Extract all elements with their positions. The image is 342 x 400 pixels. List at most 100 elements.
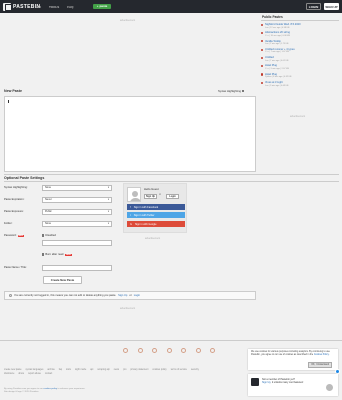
user-login-button[interactable]: Login: [166, 193, 179, 199]
folder-select[interactable]: None ▾: [42, 221, 112, 227]
main-nav: API TOOLS FAQ: [36, 5, 73, 9]
footer-link[interactable]: scraping api: [97, 369, 109, 371]
syntax-toggle-label: Syntax Highlighting: [218, 90, 242, 93]
paste-textarea[interactable]: [4, 96, 256, 172]
exposure-label: Paste Exposure:: [4, 210, 24, 214]
notice-signup-link[interactable]: Sign Up: [118, 294, 127, 297]
pastebin-logo[interactable]: PASTEBIN: [3, 2, 40, 11]
footer-link[interactable]: api: [90, 369, 93, 371]
password-input[interactable]: [42, 240, 112, 246]
login-button[interactable]: LOGIN: [306, 3, 321, 10]
footer-link[interactable]: cookies policy: [152, 369, 166, 371]
member-prompt: Not a member of Pastebin yet? Sign Up, i…: [248, 374, 338, 396]
footer-link[interactable]: syntax languages: [26, 369, 44, 371]
social-icon[interactable]: [152, 348, 157, 353]
new-badge: NEW: [17, 235, 24, 237]
copyright-line3: Site design & logo © 2020 Pastebin: [4, 391, 39, 394]
globe-icon: [261, 73, 264, 76]
paste-title[interactable]: Untitled reconer + 4 types: [265, 48, 295, 51]
password-label-wrap: Password: NEW: [4, 234, 42, 237]
scroll-top-icon[interactable]: [326, 384, 333, 391]
paste-title[interactable]: Nightlord Guide Wed. 8.5.2020: [265, 23, 301, 26]
syntax-toggle-checkbox[interactable]: [242, 90, 245, 93]
google-label: Sign in with Google: [134, 222, 157, 226]
exposure-select[interactable]: Public ▾: [42, 209, 112, 215]
ad-bottom: advertisement: [120, 307, 136, 310]
footer-link[interactable]: dmca: [18, 373, 24, 375]
burn-toggle[interactable]: Burn after read NEW: [42, 253, 72, 256]
paste-name-input[interactable]: [42, 265, 112, 271]
auth-buttons: LOGIN SIGN UP: [306, 3, 339, 10]
paste-title[interactable]: Untitled: [265, 56, 274, 59]
syntax-value: None: [45, 186, 51, 190]
public-paste-item[interactable]: Untitled Lua | 7 min ago | 0.01 KB: [261, 56, 339, 64]
password-checkbox[interactable]: [42, 234, 45, 237]
footer-links: create new paste syntax languages archive f…: [4, 368, 219, 376]
cookie-policy-link[interactable]: Cookies Policy: [314, 354, 329, 356]
paste-title[interactable]: Hotel Plug: [265, 64, 277, 67]
public-paste-item[interactable]: Abstractions 20 string C++ | 10 sec ago |…: [261, 31, 339, 39]
divider: [4, 174, 339, 175]
password-input-row: [4, 240, 112, 246]
cookies-policy-link[interactable]: cookies policy: [43, 388, 57, 390]
twitter-login-button[interactable]: t Sign in with Twitter: [127, 212, 185, 218]
signup-button[interactable]: SIGN UP: [324, 3, 339, 10]
footer-link[interactable]: archive: [47, 369, 54, 371]
notice-login-link[interactable]: Login: [134, 294, 140, 297]
expiration-label: Paste Expiration:: [4, 198, 25, 202]
social-icon[interactable]: [210, 348, 215, 353]
footer-link[interactable]: report abuse: [28, 373, 41, 375]
copyright-text-2: to enhance your experience.: [57, 388, 86, 390]
burn-checkbox[interactable]: [42, 253, 45, 256]
chevron-down-icon: ▾: [107, 199, 109, 202]
footer-link[interactable]: privacy statement: [130, 369, 148, 371]
globe-icon: [261, 48, 264, 51]
folder-value: None: [45, 222, 51, 226]
globe-icon: [261, 23, 264, 26]
paste-title[interactable]: Vines at 3 Light: [265, 81, 283, 84]
public-paste-item[interactable]: Nightlord Guide Wed. 8.5.2020 Lua | 12 se…: [261, 23, 339, 31]
footer-link[interactable]: create new paste: [4, 369, 22, 371]
footer-link[interactable]: pro: [123, 369, 126, 371]
public-paste-item[interactable]: Untitled reconer + 4 types C++ | 7 min ag…: [261, 48, 339, 56]
footer-link[interactable]: tools: [66, 369, 71, 371]
paste-title[interactable]: Vanilla Tooltip: [265, 40, 281, 43]
ad-right: advertisement: [290, 115, 306, 118]
public-paste-item[interactable]: Vanilla Tooltip Lua | 2 min ago | 1.75 KB: [261, 40, 339, 48]
member-signup-link[interactable]: Sign Up: [262, 381, 271, 384]
syntax-select[interactable]: None ▾: [42, 185, 112, 191]
twitter-label: Sign in with Twitter: [133, 213, 155, 217]
folder-row: Folder: None ▾: [4, 221, 112, 227]
google-login-button[interactable]: G Sign in with Google: [127, 221, 185, 227]
new-paste-button[interactable]: + paste: [93, 3, 111, 9]
footer-divider: [0, 340, 342, 341]
paste-title[interactable]: Abstractions 20 string: [265, 31, 290, 34]
social-icon[interactable]: [166, 348, 172, 353]
cookie-ok-button[interactable]: OK, I Understand: [308, 362, 332, 368]
footer-link[interactable]: faq: [59, 369, 62, 371]
footer-link[interactable]: news: [114, 369, 119, 371]
social-icon[interactable]: [137, 348, 143, 353]
syntax-toggle[interactable]: Syntax Highlighting: [218, 90, 245, 93]
password-toggle[interactable]: Disabled: [42, 234, 56, 237]
social-icon[interactable]: [195, 348, 201, 353]
footer-link[interactable]: contact: [45, 373, 52, 375]
public-paste-item[interactable]: Vines at 3 Light Lua | 9 min ago | 0.63 K…: [261, 81, 339, 89]
public-paste-item[interactable]: Hotel Plug C++ | 9 min ago | 2.07 KB: [261, 64, 339, 72]
footer-link[interactable]: terms of service: [171, 369, 187, 371]
facebook-login-button[interactable]: f Sign in with Facebook: [127, 204, 185, 210]
create-paste-button[interactable]: Create New Paste: [43, 276, 82, 284]
new-paste-title: New Paste: [4, 89, 22, 93]
social-icon[interactable]: [181, 348, 186, 353]
divider: [261, 20, 339, 21]
or-text: or: [159, 194, 162, 196]
paste-meta: C++ | 9 min ago | 2.07 KB: [265, 68, 289, 71]
nav-faq[interactable]: FAQ: [67, 5, 73, 9]
nav-api[interactable]: API: [36, 5, 41, 9]
public-paste-item[interactable]: Hotel Plug Python | 8 min ago | 0.32 KB: [261, 73, 339, 81]
nav-tools[interactable]: TOOLS: [49, 5, 59, 9]
social-icon[interactable]: [123, 348, 128, 353]
user-signup-button[interactable]: Sign Up: [144, 193, 157, 199]
expiration-select[interactable]: Never ▾: [42, 197, 112, 203]
footer-link[interactable]: night mode: [75, 369, 86, 371]
